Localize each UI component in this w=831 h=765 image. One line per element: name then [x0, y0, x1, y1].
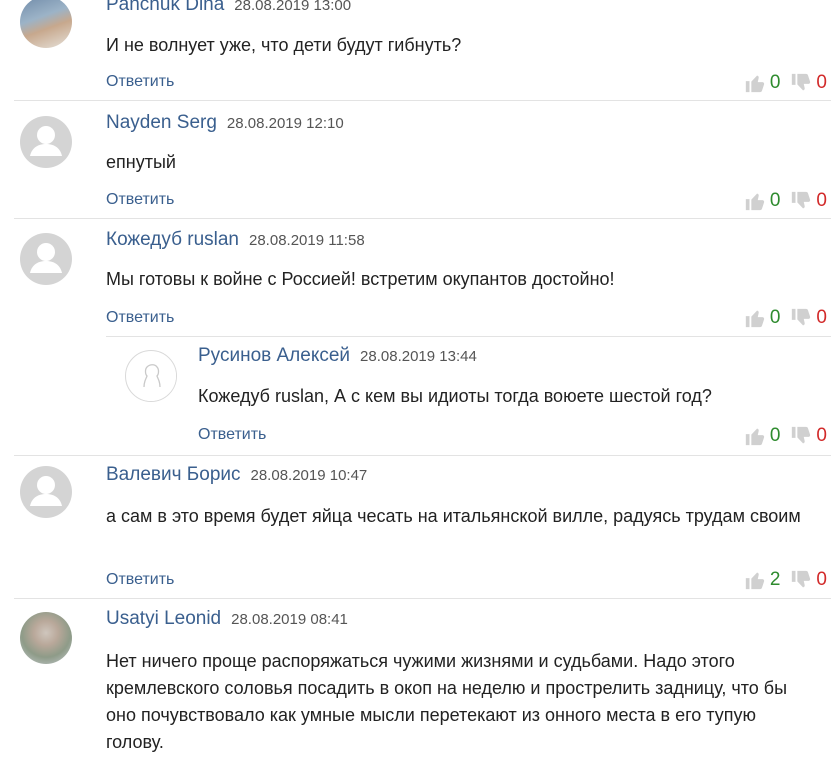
thumbs-down-icon [792, 73, 811, 91]
dislike-count: 0 [816, 307, 827, 328]
like-count: 0 [769, 425, 781, 446]
comment-author[interactable]: Кожедуб ruslan [106, 229, 239, 250]
thumbs-down-icon [792, 570, 811, 588]
comment-author[interactable]: Nayden Serg [106, 112, 217, 133]
thumbs-down-icon [792, 191, 811, 209]
comment-date: 28.08.2019 12:10 [226, 115, 344, 132]
dislike-count: 0 [816, 425, 827, 446]
comment-item: Nayden Serg 28.08.2019 12:10 епнутый Отве… [0, 101, 831, 219]
comment-author[interactable]: Usatyi Leonid [106, 608, 221, 629]
comment-text: Кожедуб ruslan, А с кем вы идиоты тогда … [198, 386, 712, 406]
dislike-button[interactable]: 0 [790, 425, 827, 447]
reply-link[interactable]: Ответить [198, 426, 266, 444]
thumbs-down-icon [792, 308, 811, 326]
comment-author[interactable]: Русинов Алексей [198, 345, 350, 366]
comment-text: епнутый [106, 152, 176, 172]
reply-link[interactable]: Ответить [106, 191, 174, 209]
comment-item: Валевич Борис 28.08.2019 10:47 а сам в эт… [0, 456, 831, 599]
like-button[interactable]: 0 [744, 190, 787, 212]
thumbs-down-icon [792, 426, 811, 444]
like-count: 0 [769, 72, 781, 93]
dislike-button[interactable]: 0 [790, 72, 827, 94]
user-silhouette-icon [30, 243, 62, 273]
reply-link[interactable]: Ответить [106, 571, 174, 589]
like-count: 0 [769, 190, 781, 211]
thumbs-up-icon [745, 75, 765, 93]
comment-item: Panchuk Dina 28.08.2019 13:00 И не волнуе… [0, 0, 831, 101]
comment-date: 28.08.2019 11:58 [249, 232, 365, 249]
comment-author[interactable]: Валевич Борис [106, 464, 241, 485]
avatar[interactable] [20, 233, 72, 285]
avatar[interactable] [20, 466, 72, 518]
like-button[interactable]: 0 [744, 425, 787, 447]
comment-reply-item: Русинов Алексей 28.08.2019 13:44 Кожедуб … [0, 336, 831, 456]
comment-text: Мы готовы к войне с Россией! встретим ок… [106, 269, 615, 289]
comment-date: 28.08.2019 13:44 [360, 348, 477, 365]
avatar[interactable] [20, 612, 72, 664]
dislike-count: 0 [816, 72, 827, 93]
user-silhouette-icon [30, 476, 62, 506]
like-button[interactable]: 0 [744, 307, 787, 329]
avatar[interactable] [20, 116, 72, 168]
thumbs-up-icon [745, 310, 765, 328]
dislike-count: 0 [816, 190, 827, 211]
reply-link[interactable]: Ответить [106, 73, 174, 91]
comment-item: Usatyi Leonid 28.08.2019 08:41 Нет ничего… [0, 598, 831, 765]
dislike-button[interactable]: 0 [790, 307, 827, 329]
like-count: 0 [769, 307, 781, 328]
user-silhouette-icon [30, 126, 62, 156]
comment-text: Нет ничего проще распоряжаться чужими жи… [106, 651, 788, 752]
thumbs-up-icon [745, 193, 765, 211]
like-button[interactable]: 2 [744, 569, 787, 591]
like-button[interactable]: 0 [744, 72, 787, 94]
comment-date: 28.08.2019 08:41 [231, 611, 348, 628]
dislike-count: 0 [816, 569, 827, 590]
reply-link[interactable]: Ответить [106, 309, 174, 327]
dislike-button[interactable]: 0 [790, 569, 827, 591]
thumbs-up-icon [745, 572, 765, 590]
avatar[interactable] [125, 350, 177, 402]
thumbs-up-icon [745, 428, 765, 446]
comment-text: а сам в это время будет яйца чесать на и… [106, 506, 801, 526]
comment-date: 28.08.2019 10:47 [250, 467, 368, 484]
comment-item: Кожедуб ruslan 28.08.2019 11:58 Мы готовы… [0, 218, 831, 337]
dislike-button[interactable]: 0 [790, 190, 827, 212]
avatar[interactable] [20, 0, 72, 48]
like-count: 2 [769, 569, 781, 590]
user-silhouette-icon [127, 352, 176, 401]
comment-date: 28.08.2019 13:00 [234, 0, 352, 14]
comment-text: И не волнует уже, что дети будут гибнуть… [106, 35, 462, 55]
comment-author[interactable]: Panchuk Dina [106, 0, 224, 15]
